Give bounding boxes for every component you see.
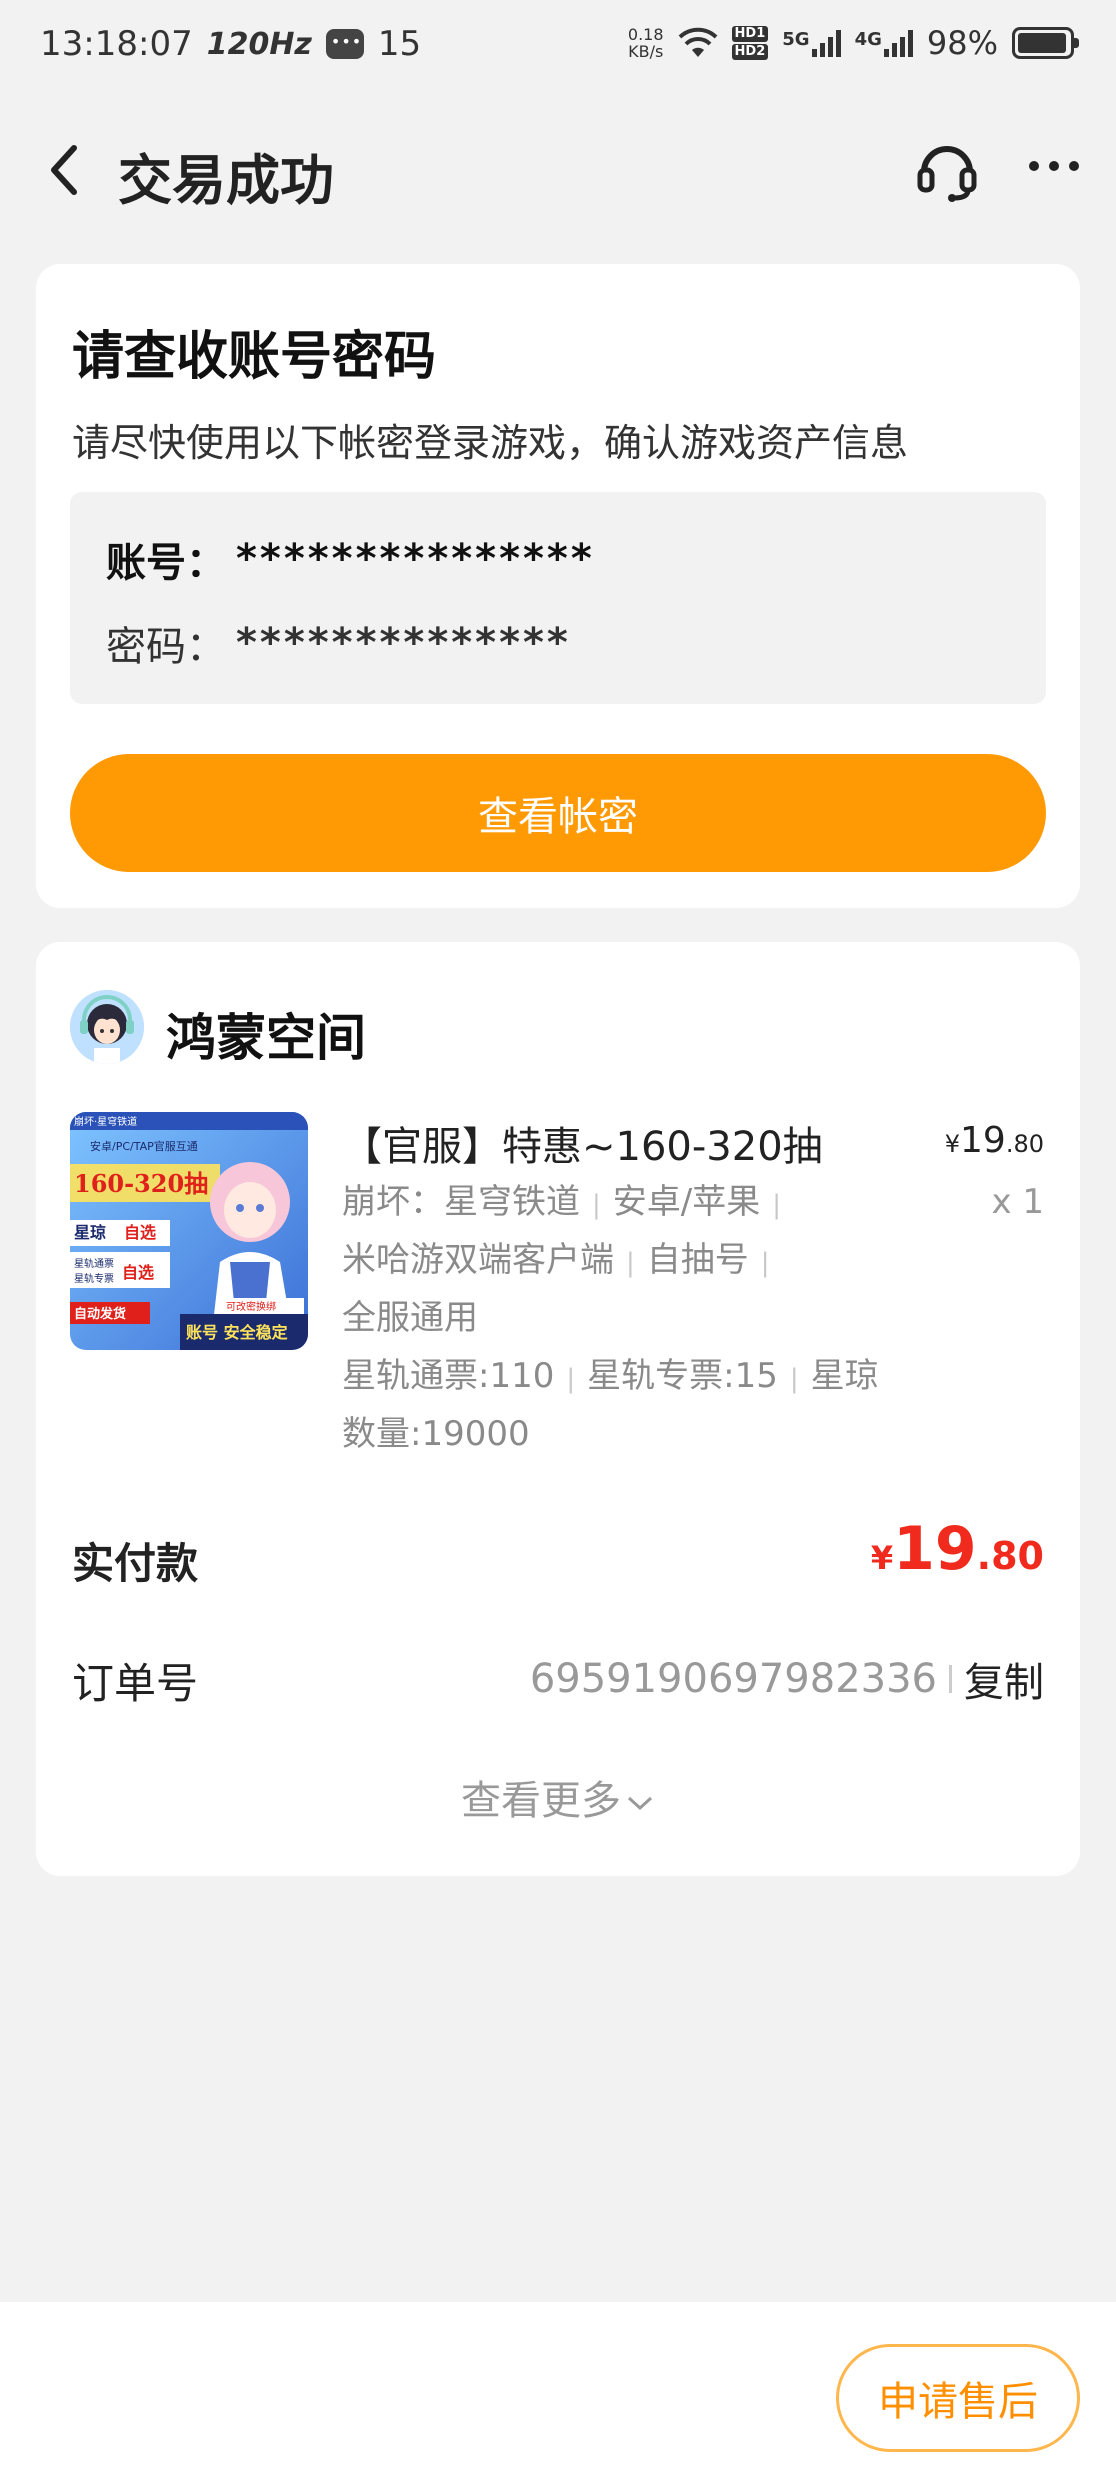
- credentials-subtitle: 请尽快使用以下帐密登录游戏，确认游戏资产信息: [72, 421, 909, 465]
- shop-name[interactable]: 鸿蒙空间: [166, 998, 366, 1070]
- nav-header: 交易成功: [0, 110, 1116, 230]
- product-quantity: x 1: [991, 1182, 1044, 1222]
- account-value: ***************: [236, 536, 595, 582]
- paid-int: 19: [893, 1514, 977, 1584]
- password-row: 密码： **************: [106, 614, 571, 672]
- image-tag2-text: 星轨通票: [74, 1257, 114, 1270]
- image-tag3-text: 星轨专票: [74, 1272, 114, 1285]
- view-more-button[interactable]: 查看更多: [36, 1768, 1080, 1826]
- image-corner-text: 可改密换绑: [226, 1300, 276, 1313]
- view-credentials-button[interactable]: 查看帐密: [70, 754, 1046, 872]
- signal-bars-icon: [811, 29, 841, 57]
- paid-currency: ¥: [870, 1539, 894, 1577]
- attr-pass-general: 星轨通票:110: [342, 1356, 555, 1396]
- account-row: 账号： ***************: [106, 530, 595, 588]
- message-icon: [325, 29, 364, 59]
- net-speed-value: 0.18: [627, 25, 664, 44]
- status-time: 13:18:07: [40, 24, 193, 64]
- signal-5g: 5G: [782, 29, 841, 57]
- after-sale-button[interactable]: 申请售后: [836, 2344, 1080, 2452]
- customer-service-button[interactable]: [912, 134, 982, 204]
- credentials-title: 请查收账号密码: [72, 327, 437, 387]
- order-number-label: 订单号: [72, 1659, 199, 1708]
- price-int: 19: [960, 1120, 1006, 1161]
- product-attr-line-1: 崩坏：星穹铁道 | 安卓/苹果 |: [342, 1182, 781, 1222]
- attr-server: 全服通用: [342, 1298, 478, 1338]
- view-more-label: 查看更多: [461, 1778, 621, 1824]
- product-image[interactable]: 崩坏·星穹铁道 安卓/PC/TAP官服互通 160-320抽 星琼 自选 星轨通…: [70, 1112, 308, 1350]
- status-left: 13:18:07 120Hz 15: [40, 24, 421, 64]
- image-main-text: 160-320抽: [74, 1169, 208, 1198]
- order-number: 6959190697982336: [529, 1656, 937, 1702]
- battery-icon: [1012, 27, 1079, 59]
- status-right: 0.18 KB/s HD1 HD2 5G 4G 98%: [628, 24, 1079, 62]
- image-tag1b-text: 自选: [124, 1223, 156, 1242]
- anime-avatar-icon: [70, 990, 144, 1064]
- battery-percent: 98%: [926, 24, 998, 62]
- attr-platform: 安卓/苹果: [612, 1182, 761, 1222]
- product-title[interactable]: 【官服】特惠~160-320抽: [342, 1114, 823, 1172]
- attr-game: 崩坏：星穹铁道: [342, 1182, 580, 1222]
- shop-avatar[interactable]: [70, 990, 144, 1064]
- image-brand-text: 崩坏·星穹铁道: [74, 1115, 137, 1128]
- paid-dec: .80: [976, 1534, 1044, 1578]
- net-speed: 0.18 KB/s: [628, 26, 664, 60]
- image-badge-text: 自动发货: [74, 1306, 126, 1322]
- chevron-left-icon: [51, 145, 77, 195]
- signal-4g: 4G: [855, 29, 913, 57]
- image-tag2b-text: 自选: [122, 1263, 154, 1282]
- credentials-card: 请查收账号密码 请尽快使用以下帐密登录游戏，确认游戏资产信息 账号： *****…: [36, 264, 1080, 908]
- copy-button[interactable]: 复制: [964, 1650, 1044, 1708]
- hd2-label: HD2: [731, 44, 769, 60]
- wifi-icon: [678, 27, 717, 57]
- net1-label: 5G: [782, 29, 810, 50]
- order-card: 鸿蒙空间 崩坏·星穹铁道 安卓/PC/TAP官服互通 160-320抽 星琼 自…: [36, 942, 1080, 1876]
- net-speed-unit: KB/s: [628, 42, 664, 61]
- image-bottom-text: 账号 安全稳定: [186, 1323, 288, 1342]
- divider: [949, 1665, 952, 1693]
- paid-label: 实付款: [72, 1539, 199, 1588]
- image-tag1-text: 星琼: [74, 1223, 106, 1242]
- price-dec: .80: [1005, 1130, 1044, 1158]
- signal-bars-icon: [883, 29, 913, 57]
- net2-label: 4G: [854, 29, 882, 50]
- product-attr-line-2: 米哈游双端客户端 | 自抽号 |: [342, 1240, 770, 1280]
- attr-client: 米哈游双端客户端: [342, 1240, 614, 1280]
- product-attr-line-3: 全服通用: [342, 1290, 478, 1339]
- account-label: 账号：: [106, 540, 226, 586]
- product-cover-icon: 崩坏·星穹铁道 安卓/PC/TAP官服互通 160-320抽 星琼 自选 星轨通…: [70, 1112, 308, 1350]
- password-label: 密码：: [106, 624, 226, 670]
- attr-quantity: 数量:19000: [342, 1414, 530, 1454]
- image-top-text: 安卓/PC/TAP官服互通: [90, 1139, 198, 1153]
- attr-account-type: 自抽号: [646, 1240, 749, 1280]
- more-button[interactable]: [1024, 136, 1084, 196]
- credentials-box: 账号： *************** 密码： **************: [70, 492, 1046, 704]
- password-value: **************: [236, 620, 571, 666]
- bottom-action-bar: 申请售后: [0, 2302, 1116, 2480]
- product-attr-line-5: 数量:19000: [342, 1406, 530, 1455]
- paid-amount: ¥19.80: [871, 1514, 1044, 1584]
- product-price: ¥19.80: [945, 1120, 1044, 1161]
- more-dots-icon: [1029, 161, 1079, 171]
- product-attr-line-4: 星轨通票:110 | 星轨专票:15 | 星琼: [342, 1356, 879, 1396]
- page-title: 交易成功: [118, 149, 334, 212]
- status-bar: 13:18:07 120Hz 15 0.18 KB/s HD1 HD2 5G 4…: [0, 0, 1116, 90]
- order-number-row: 6959190697982336 复制: [530, 1650, 1044, 1708]
- chevron-down-icon: [627, 1796, 653, 1811]
- hd-icon: HD1 HD2: [731, 26, 769, 60]
- headset-icon: [917, 146, 977, 202]
- back-button[interactable]: [40, 140, 90, 200]
- hd1-label: HD1: [731, 26, 769, 42]
- price-currency: ¥: [944, 1130, 961, 1158]
- refresh-rate: 120Hz: [206, 26, 312, 62]
- attr-stellar-jade: 星琼: [810, 1356, 879, 1396]
- notification-count: 15: [377, 24, 422, 64]
- attr-pass-special: 星轨专票:15: [587, 1356, 778, 1396]
